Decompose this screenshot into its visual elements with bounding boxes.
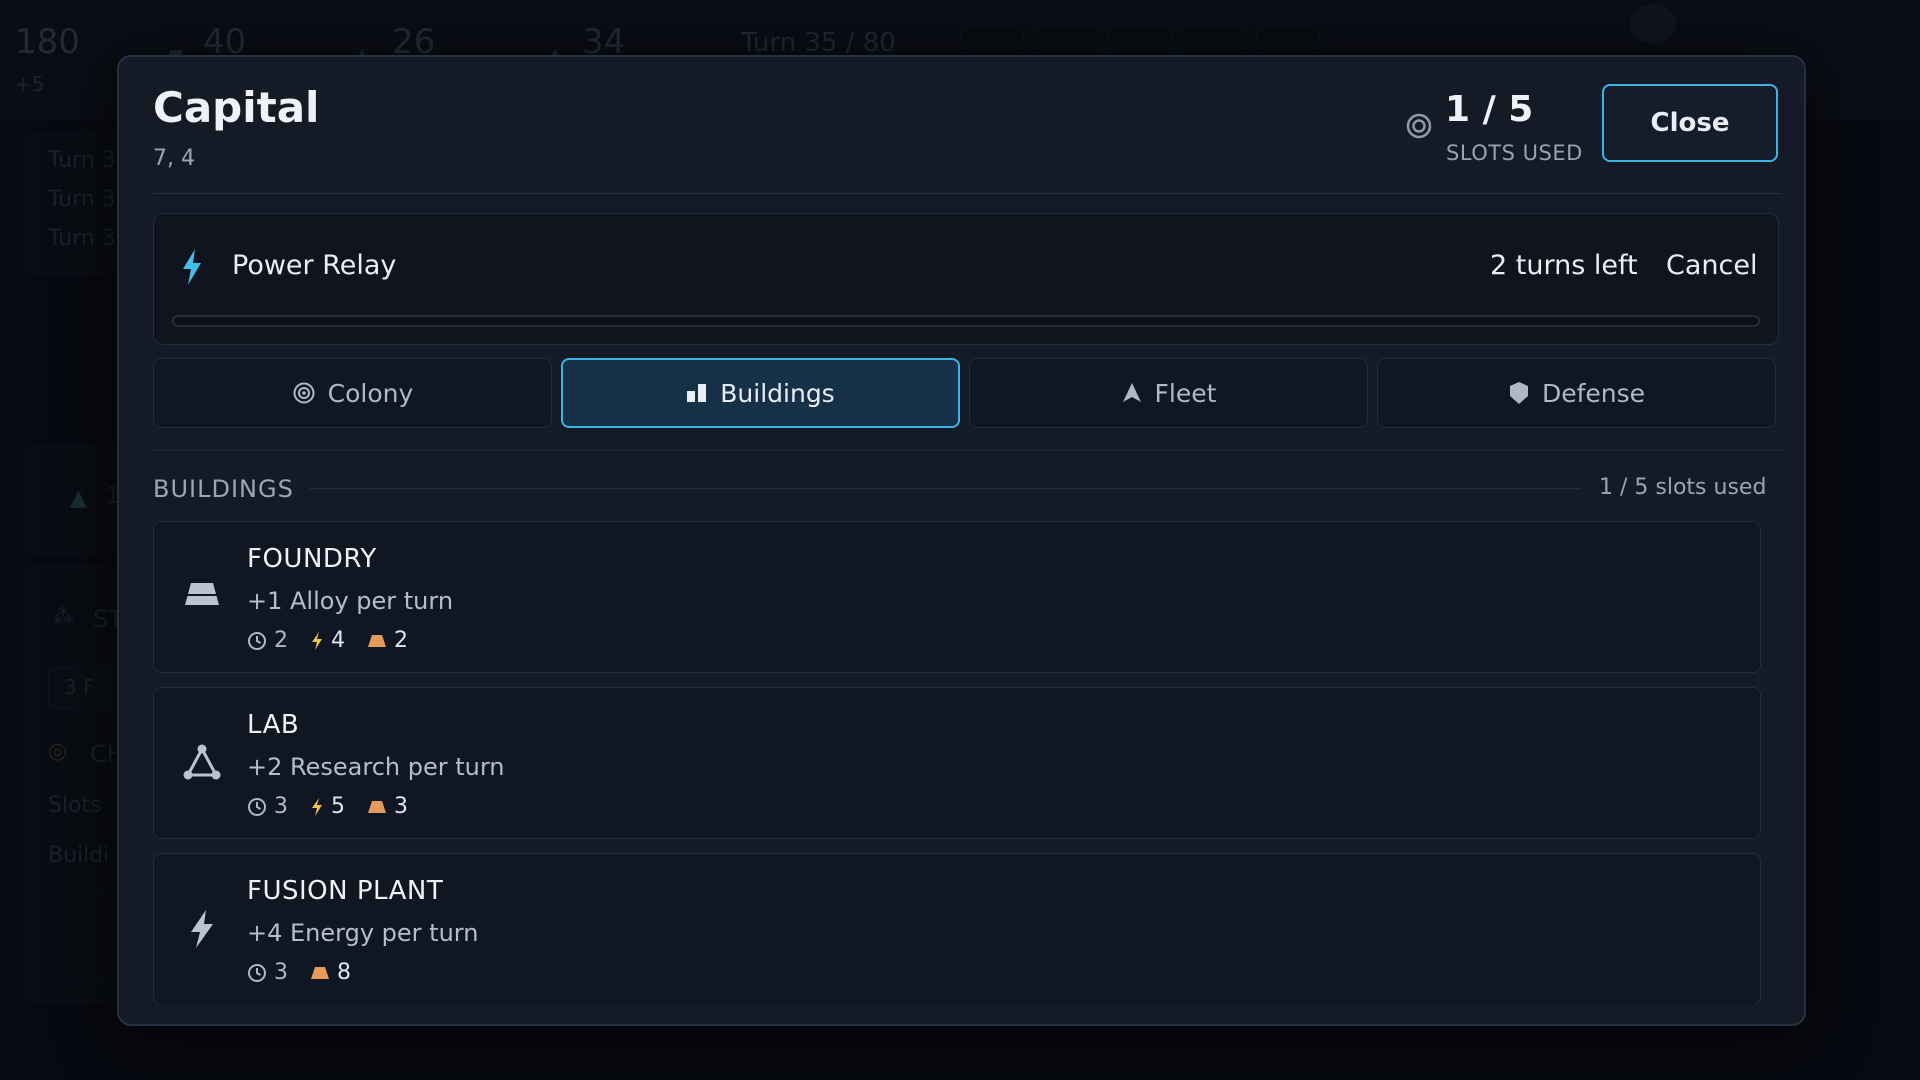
- tab-label: Defense: [1541, 378, 1646, 408]
- building-costs: 3 5 3: [247, 794, 430, 819]
- tab-colony[interactable]: Colony: [153, 358, 552, 428]
- lab-icon: [183, 744, 221, 780]
- tab-fleet[interactable]: Fleet: [969, 358, 1368, 428]
- bolt-icon: [183, 249, 201, 285]
- queue-turns-left: 2 turns left: [1490, 250, 1638, 281]
- slots-target-icon: [1406, 113, 1432, 139]
- alloy-icon: [311, 966, 329, 979]
- building-description: +4 Energy per turn: [247, 919, 479, 947]
- energy-bolt-icon: [312, 797, 322, 816]
- clock-icon: [248, 963, 266, 982]
- close-button[interactable]: Close: [1602, 84, 1778, 162]
- building-name: FOUNDRY: [247, 544, 377, 574]
- building-costs: 3 8: [247, 960, 373, 985]
- cost-value: 2: [274, 628, 288, 653]
- slots-used-caption: SLOTS USED: [1446, 141, 1583, 165]
- building-description: +2 Research per turn: [247, 753, 505, 781]
- header-divider: [153, 193, 1782, 194]
- colony-modal: Capital 7, 4 1 / 5 SLOTS USED Close Powe…: [117, 55, 1806, 1026]
- tab-label: Buildings: [720, 378, 835, 408]
- building-costs: 2 4 2: [247, 628, 430, 653]
- shield-icon: [1509, 382, 1528, 404]
- cost-value: 3: [274, 960, 288, 985]
- cost-value: 2: [394, 628, 408, 653]
- cost-value: 4: [331, 628, 345, 653]
- alloy-icon: [368, 800, 386, 813]
- building-card-foundry[interactable]: FOUNDRY +1 Alloy per turn 2 4 2: [153, 521, 1761, 673]
- queue-item-name: Power Relay: [232, 250, 397, 281]
- building-card-fusion-plant[interactable]: FUSION PLANT +4 Energy per turn 3 8: [153, 853, 1761, 1004]
- cost-turns: 2: [247, 628, 288, 653]
- queue-progress-bar: [172, 315, 1760, 327]
- bolt-icon: [191, 910, 213, 948]
- buildings-icon: [687, 384, 707, 402]
- cost-value: 3: [274, 794, 288, 819]
- tabs-divider: [153, 450, 1782, 451]
- building-name: LAB: [247, 710, 300, 740]
- cost-turns: 3: [247, 794, 288, 819]
- buildings-list[interactable]: FOUNDRY +1 Alloy per turn 2 4 2 LAB +2 R…: [153, 521, 1761, 1004]
- cost-value: 5: [331, 794, 345, 819]
- tab-defense[interactable]: Defense: [1377, 358, 1776, 428]
- build-queue-item: Power Relay 2 turns left Cancel: [153, 213, 1779, 345]
- section-slots-count: 1 / 5 slots used: [1599, 475, 1767, 500]
- foundry-icon: [185, 583, 219, 605]
- cost-alloy: 3: [367, 794, 408, 819]
- tab-buildings[interactable]: Buildings: [561, 358, 960, 428]
- cost-turns: 3: [247, 960, 288, 985]
- modal-title: Capital: [153, 83, 320, 132]
- slots-used-value: 1 / 5: [1445, 89, 1534, 130]
- building-card-lab[interactable]: LAB +2 Research per turn 3 5 3: [153, 687, 1761, 839]
- fleet-arrow-icon: [1122, 383, 1141, 402]
- building-name: FUSION PLANT: [247, 876, 444, 906]
- cancel-button[interactable]: Cancel: [1666, 250, 1757, 281]
- cost-value: 8: [337, 960, 351, 985]
- cost-alloy: 2: [367, 628, 408, 653]
- alloy-icon: [368, 634, 386, 647]
- section-title: BUILDINGS: [153, 475, 294, 503]
- target-icon: [293, 382, 315, 404]
- cost-alloy: 8: [310, 960, 351, 985]
- tab-label: Fleet: [1154, 378, 1217, 408]
- category-tabs: Colony Buildings Fleet Defense: [153, 358, 1779, 428]
- tab-label: Colony: [327, 378, 414, 408]
- energy-bolt-icon: [312, 631, 322, 650]
- clock-icon: [248, 631, 266, 650]
- cost-energy: 5: [310, 794, 345, 819]
- cost-value: 3: [394, 794, 408, 819]
- section-rule: [309, 488, 1581, 489]
- clock-icon: [248, 797, 266, 816]
- modal-coordinates: 7, 4: [153, 146, 195, 171]
- building-description: +1 Alloy per turn: [247, 587, 454, 615]
- cost-energy: 4: [310, 628, 345, 653]
